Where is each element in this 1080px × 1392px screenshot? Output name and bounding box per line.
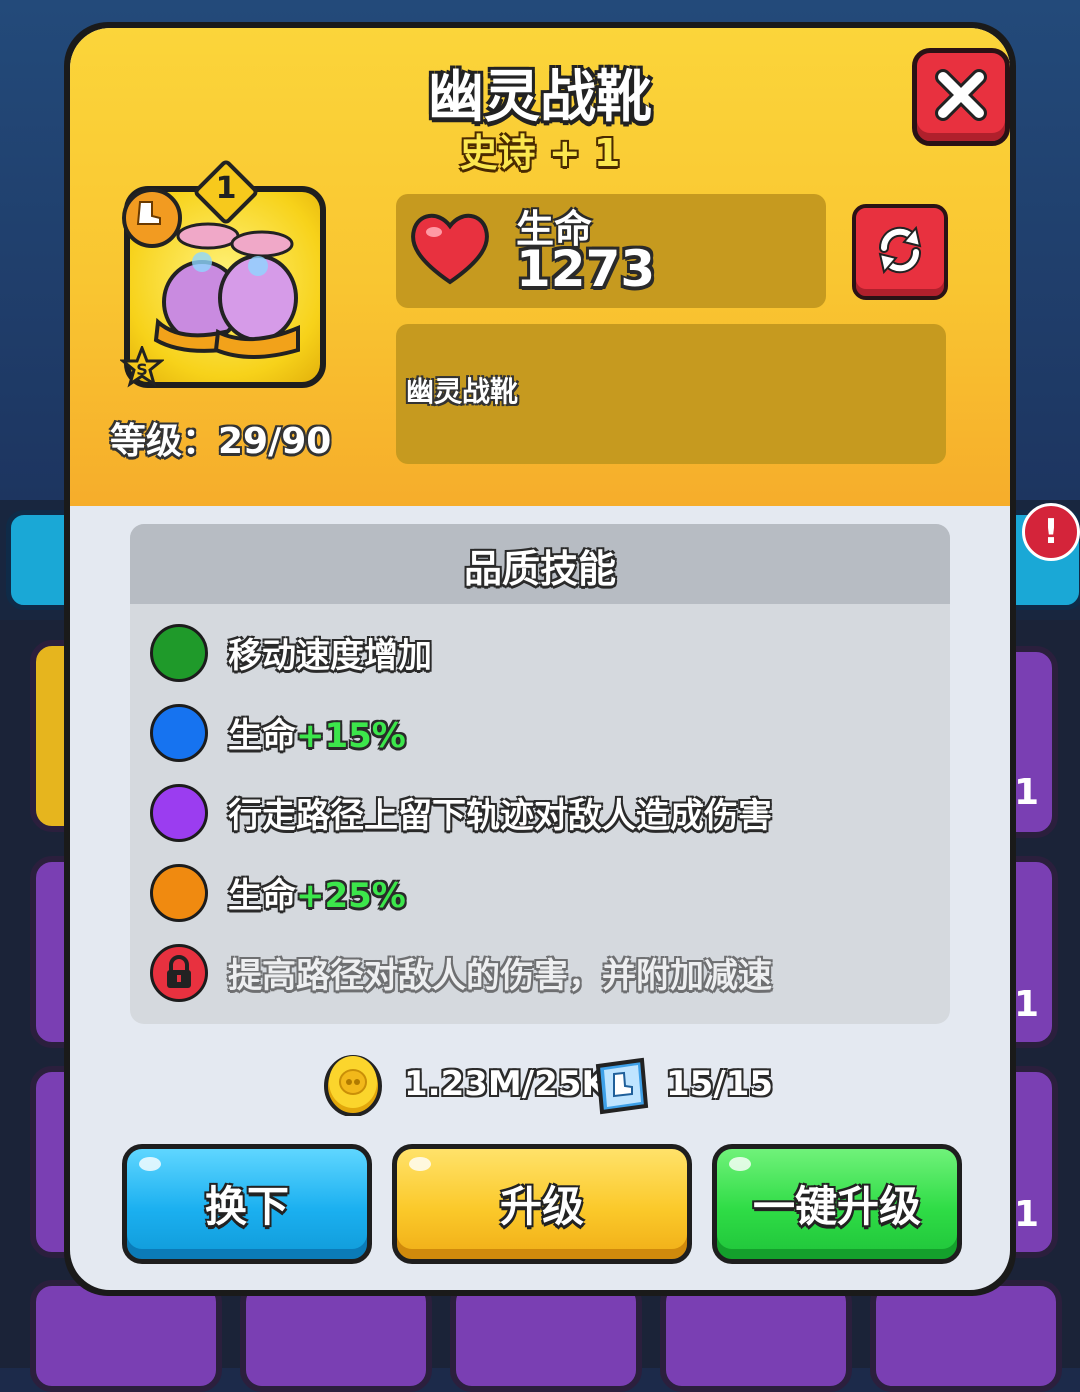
upgrade-button[interactable]: 升级 [392,1144,692,1264]
gold-cost: 1.23M/25K [404,1064,608,1104]
background-item-card [450,1280,642,1392]
skill-bonus: +25% [296,876,406,916]
background-count: 1 [1014,984,1040,1025]
stat-panel: 生命 1273 [396,194,826,308]
grade-star-icon: S [120,346,164,388]
skill-text: 生命+15% [228,716,406,756]
scroll-cost: 15/15 [666,1064,774,1104]
skills-header: 品质技能 [130,524,950,604]
button-shine [139,1157,161,1171]
upgrade-scroll-icon [595,1057,649,1115]
button-shine [409,1157,431,1171]
grade-letter: S [136,360,148,379]
background-item-card [870,1280,1062,1392]
background-item-card [240,1280,432,1392]
item-detail-dialog: 幽灵战靴 史诗 + 1 1 S 等级：29/90 生命 1273 幽灵战靴 品质… [64,22,1016,1296]
skill-quality-dot [150,784,208,842]
skill-row: 移动速度增加 [150,624,940,684]
refresh-icon [878,225,922,275]
skill-text: 移动速度增加 [228,636,432,676]
skill-row: 生命+25% [150,864,940,924]
skill-quality-dot [150,864,208,922]
alert-badge: ! [1022,503,1080,561]
skill-row-locked: 提高路径对敌人的伤害，并附加减速 [150,944,940,1004]
item-description: 幽灵战靴 [406,375,519,408]
button-shine [729,1157,751,1171]
stat-value: 1273 [516,240,656,298]
star-level-text: 1 [215,171,237,206]
skill-bonus: +15% [296,716,406,756]
quality-skills-panel: 品质技能 移动速度增加 生命+15% 行走路径上留下轨迹对敌人造成伤害 生命+2… [130,524,950,1024]
close-button[interactable] [912,48,1010,146]
heart-icon [411,214,489,285]
close-icon [935,69,987,121]
background-item-card [30,1280,222,1392]
gold-coin-icon [324,1055,382,1116]
skill-row: 行走路径上留下轨迹对敌人造成伤害 [150,784,940,844]
skill-text: 行走路径上留下轨迹对敌人造成伤害 [228,796,772,836]
unequip-button[interactable]: 换下 [122,1144,372,1264]
item-level: 等级：29/90 [110,421,332,462]
background-item-card [660,1280,852,1392]
boot-slot-icon [122,188,182,248]
background-count: 1 [1014,772,1040,813]
description-panel: 幽灵战靴 [396,324,946,464]
skill-quality-dot [150,624,208,682]
upgrade-label: 升级 [499,1182,584,1231]
item-rarity: 史诗 + 1 [459,131,621,175]
upgrade-all-button[interactable]: 一键升级 [712,1144,962,1264]
lock-icon [150,944,208,1002]
skill-row: 生命+15% [150,704,940,764]
skill-text: 生命+25% [228,876,406,916]
skill-quality-dot [150,704,208,762]
reroll-button[interactable] [852,204,948,300]
skills-title: 品质技能 [463,547,616,591]
upgrade-all-label: 一键升级 [752,1182,921,1231]
item-title: 幽灵战靴 [428,65,652,130]
skill-text: 提高路径对敌人的伤害，并附加减速 [228,956,772,996]
background-count: 1 [1014,1194,1040,1235]
unequip-label: 换下 [204,1182,289,1231]
